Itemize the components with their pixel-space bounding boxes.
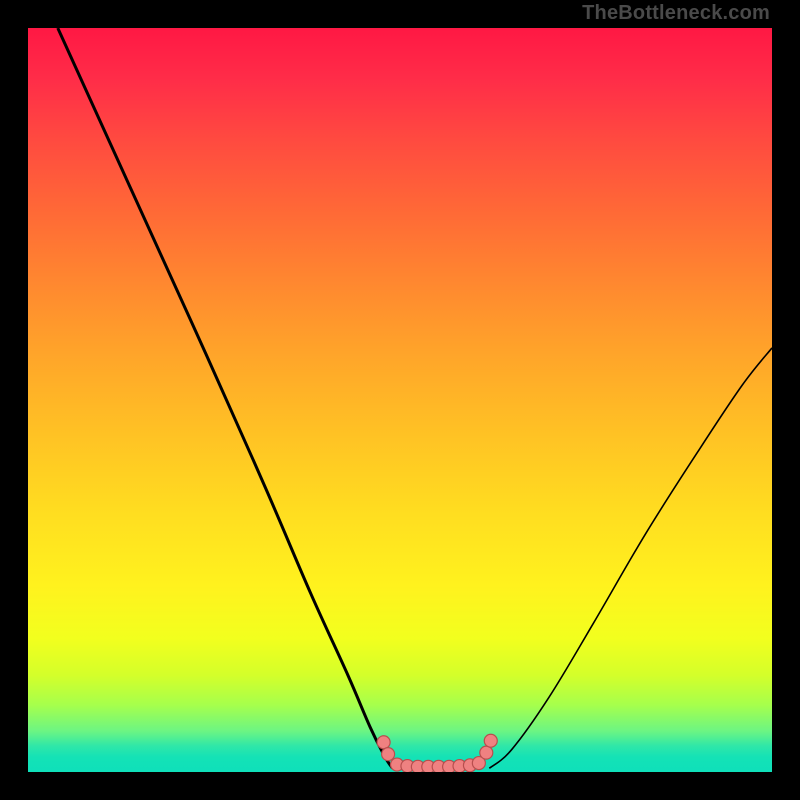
valley-marker bbox=[382, 748, 395, 761]
valley-marker bbox=[480, 746, 493, 759]
valley-marker bbox=[377, 736, 390, 749]
attribution-label: TheBottleneck.com bbox=[582, 2, 770, 25]
outer-frame: TheBottleneck.com bbox=[0, 0, 800, 800]
marker-layer bbox=[28, 28, 772, 772]
plot-area bbox=[28, 28, 772, 772]
valley-marker bbox=[484, 734, 497, 747]
